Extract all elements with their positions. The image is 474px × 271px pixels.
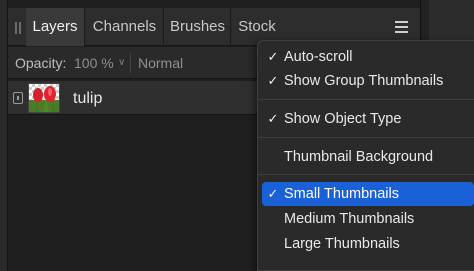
drag-handle-icon[interactable] — [14, 22, 22, 34]
left-panel-edge — [0, 0, 8, 271]
panel-options-menu: ✓ Auto-scroll ✓ Show Group Thumbnails ✓ … — [257, 40, 474, 271]
opacity-field[interactable]: 100 % — [74, 47, 114, 79]
menu-separator — [258, 174, 474, 175]
menu-separator — [258, 99, 474, 100]
divider — [130, 53, 131, 73]
menu-item-small-thumbnails[interactable]: ✓ Small Thumbnails — [262, 182, 474, 206]
checkmark-icon: ✓ — [267, 49, 279, 64]
checkmark-icon: ✓ — [267, 73, 279, 88]
menu-item-show-group-thumbnails[interactable]: ✓ Show Group Thumbnails — [258, 69, 474, 93]
tab-brushes[interactable]: Brushes — [165, 8, 231, 46]
layer-lock-icon[interactable] — [13, 92, 23, 104]
menu-item-show-object-type[interactable]: ✓ Show Object Type — [258, 107, 474, 131]
menu-separator — [258, 137, 474, 138]
opacity-label: Opacity: — [15, 55, 67, 71]
checkmark-icon: ✓ — [267, 111, 279, 126]
menu-item-auto-scroll[interactable]: ✓ Auto-scroll — [258, 45, 474, 69]
blend-mode-dropdown[interactable]: Normal — [138, 47, 183, 79]
menu-item-thumbnail-background[interactable]: Thumbnail Background — [258, 145, 474, 169]
panel-menu-hamburger-icon[interactable] — [394, 19, 410, 35]
layer-name[interactable]: tulip — [73, 81, 102, 117]
menu-item-large-thumbnails[interactable]: Large Thumbnails — [258, 232, 474, 256]
checkmark-icon: ✓ — [267, 186, 279, 201]
chevron-down-icon[interactable]: ∨ — [118, 47, 125, 79]
tulip-image-thumbnail — [28, 83, 60, 113]
menu-item-medium-thumbnails[interactable]: Medium Thumbnails — [258, 207, 474, 231]
tab-layers[interactable]: Layers — [26, 8, 85, 46]
tab-channels[interactable]: Channels — [86, 8, 164, 46]
